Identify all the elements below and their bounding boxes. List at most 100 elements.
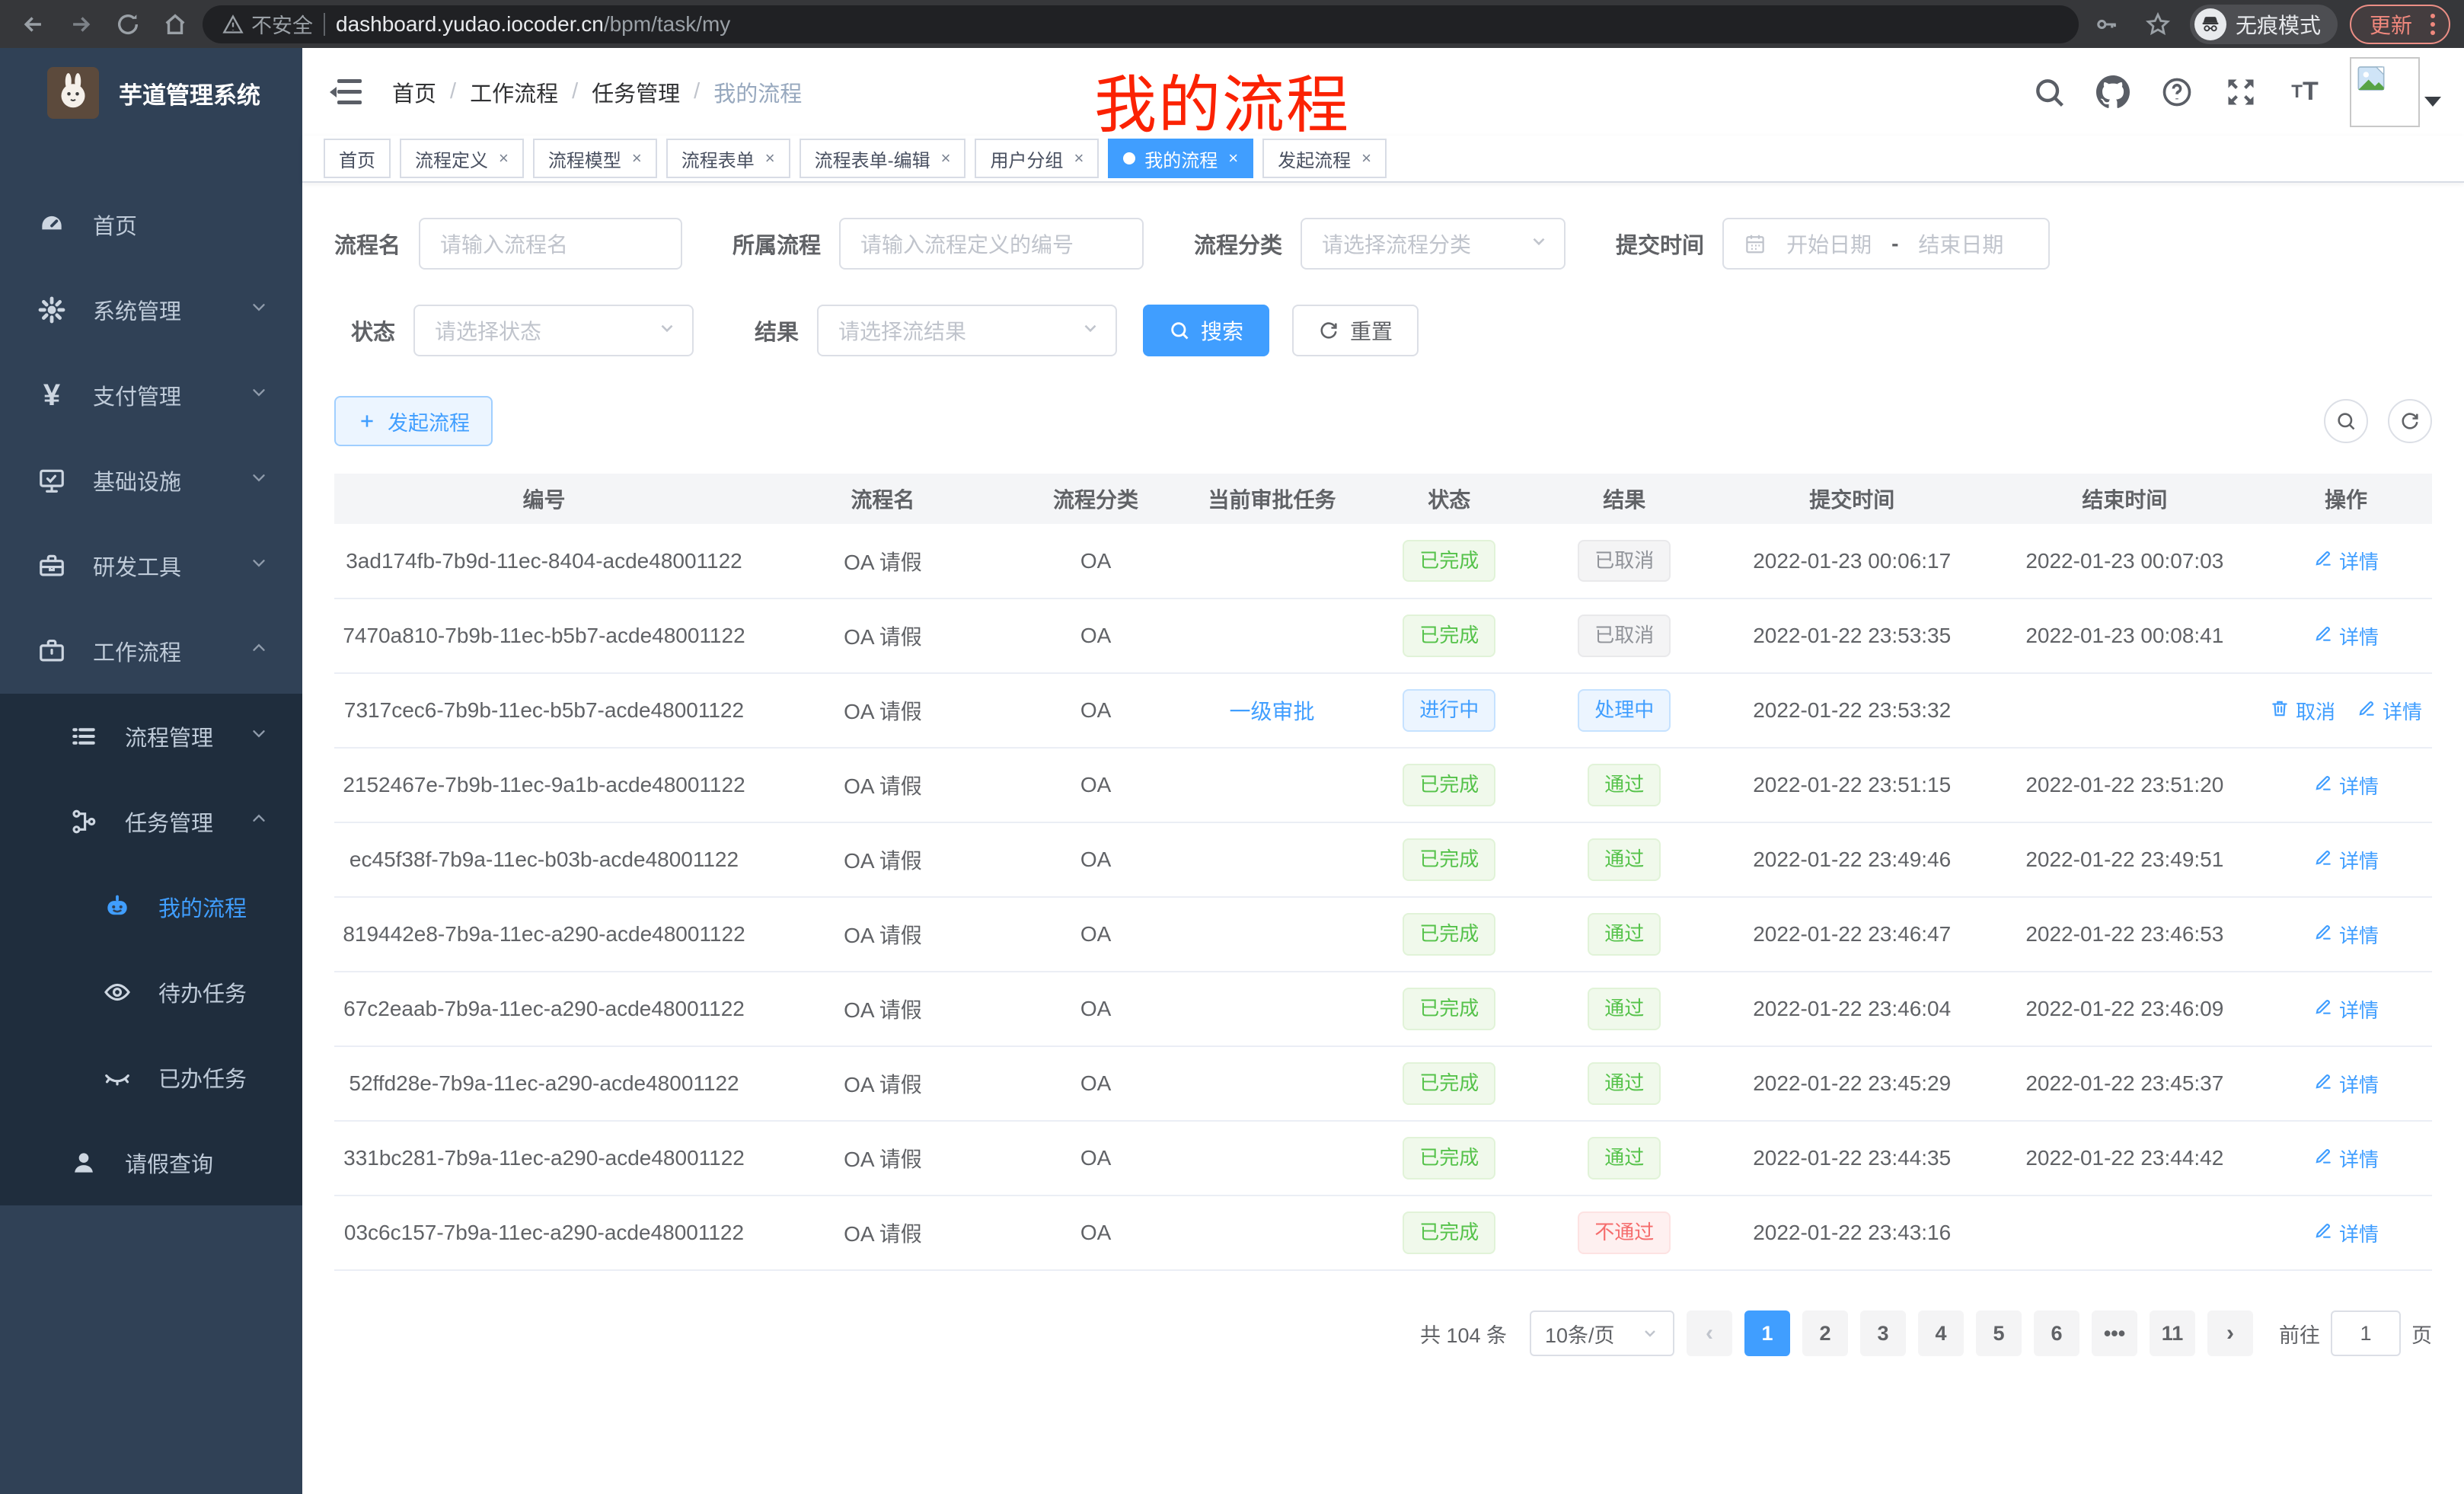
sidebar-item-4[interactable]: 研发工具 bbox=[0, 523, 302, 608]
submit-time-range-picker[interactable]: 开始日期 - 结束日期 bbox=[1722, 218, 2050, 270]
page-button-11[interactable]: 11 bbox=[2150, 1310, 2195, 1356]
browser-menu-icon[interactable] bbox=[2424, 14, 2441, 35]
search-icon bbox=[2335, 410, 2357, 432]
cell-actions: 详情 bbox=[2260, 1121, 2432, 1196]
goto-page-input[interactable]: 1 bbox=[2331, 1310, 2401, 1356]
sidebar-item-6[interactable]: 流程管理 bbox=[0, 694, 302, 779]
row-action-详情[interactable]: 详情 bbox=[2313, 771, 2379, 800]
reset-button[interactable]: 重置 bbox=[1292, 305, 1419, 356]
tab-流程模型[interactable]: 流程模型× bbox=[533, 139, 657, 178]
row-action-详情[interactable]: 详情 bbox=[2313, 1144, 2379, 1173]
sidebar-item-11[interactable]: 请假查询 bbox=[0, 1120, 302, 1205]
cell-task bbox=[1179, 1046, 1364, 1121]
tab-流程定义[interactable]: 流程定义× bbox=[400, 139, 524, 178]
search-button[interactable]: 搜索 bbox=[1143, 305, 1269, 356]
page-ellipsis[interactable]: ••• bbox=[2092, 1310, 2137, 1356]
close-icon[interactable]: × bbox=[499, 148, 509, 168]
password-key-icon[interactable] bbox=[2086, 5, 2126, 44]
page-size-select[interactable]: 10条/页 bbox=[1530, 1310, 1674, 1356]
browser-back-button[interactable] bbox=[14, 5, 53, 44]
row-action-详情[interactable]: 详情 bbox=[2313, 547, 2379, 575]
sidebar-item-0[interactable]: 首页 bbox=[0, 182, 302, 267]
breadcrumb-item-0[interactable]: 首页 bbox=[392, 76, 436, 108]
filter-category-label: 流程分类 bbox=[1194, 228, 1282, 260]
sidebar-toggle-icon[interactable] bbox=[330, 79, 362, 105]
browser-update-button[interactable]: 更新 bbox=[2350, 5, 2450, 44]
sidebar-item-5[interactable]: 工作流程 bbox=[0, 608, 302, 694]
row-action-详情[interactable]: 详情 bbox=[2313, 921, 2379, 949]
result-badge: 已取消 bbox=[1578, 615, 1671, 656]
tab-我的流程[interactable]: 我的流程× bbox=[1108, 139, 1253, 178]
bookmark-star-icon[interactable] bbox=[2138, 5, 2178, 44]
browser-home-button[interactable] bbox=[155, 5, 195, 44]
page-button-4[interactable]: 4 bbox=[1918, 1310, 1964, 1356]
sidebar-item-10[interactable]: 已办任务 bbox=[0, 1035, 302, 1120]
sidebar-item-2[interactable]: ¥支付管理 bbox=[0, 353, 302, 438]
task-link[interactable]: 一级审批 bbox=[1229, 700, 1314, 723]
eye-icon bbox=[102, 977, 132, 1007]
pagination: 共 104 条 10条/页 ‹ 123456•••11 › 前往 1 页 bbox=[334, 1310, 2432, 1356]
sidebar-item-8[interactable]: 我的流程 bbox=[0, 864, 302, 950]
close-icon[interactable]: × bbox=[632, 148, 642, 168]
result-select[interactable]: 请选择流结果 bbox=[817, 305, 1117, 356]
close-icon[interactable]: × bbox=[941, 148, 951, 168]
toggle-search-button[interactable] bbox=[2324, 399, 2368, 443]
row-action-取消[interactable]: 取消 bbox=[2270, 697, 2335, 725]
tab-发起流程[interactable]: 发起流程× bbox=[1262, 139, 1387, 178]
header-search-icon[interactable] bbox=[2030, 73, 2068, 111]
sidebar-item-7[interactable]: 任务管理 bbox=[0, 779, 302, 864]
page-button-6[interactable]: 6 bbox=[2034, 1310, 2079, 1356]
chevron-up-icon bbox=[249, 809, 269, 835]
app-logo[interactable]: 芋道管理系统 bbox=[0, 48, 302, 138]
row-action-详情[interactable]: 详情 bbox=[2313, 1070, 2379, 1098]
browser-reload-button[interactable] bbox=[108, 5, 148, 44]
address-bar[interactable]: 不安全 dashboard.yudao.iocoder.cn/bpm/task/… bbox=[203, 5, 2079, 43]
process-name-input[interactable]: 请输入流程名 bbox=[419, 218, 682, 270]
process-definition-input[interactable]: 请输入流程定义的编号 bbox=[839, 218, 1144, 270]
row-action-详情[interactable]: 详情 bbox=[2313, 1219, 2379, 1247]
close-icon[interactable]: × bbox=[765, 148, 775, 168]
help-icon[interactable] bbox=[2158, 73, 2196, 111]
create-process-button[interactable]: 发起流程 bbox=[334, 396, 493, 446]
row-action-详情[interactable]: 详情 bbox=[2313, 846, 2379, 874]
breadcrumb-item-2[interactable]: 任务管理 bbox=[592, 76, 680, 108]
user-icon bbox=[69, 1148, 99, 1178]
close-icon[interactable]: × bbox=[1228, 148, 1238, 168]
page-button-5[interactable]: 5 bbox=[1976, 1310, 2022, 1356]
status-select[interactable]: 请选择状态 bbox=[413, 305, 694, 356]
prev-page-button[interactable]: ‹ bbox=[1687, 1310, 1732, 1356]
sidebar-item-9[interactable]: 待办任务 bbox=[0, 950, 302, 1035]
page-button-2[interactable]: 2 bbox=[1802, 1310, 1848, 1356]
sidebar-item-3[interactable]: 基础设施 bbox=[0, 438, 302, 523]
browser-forward-button[interactable] bbox=[61, 5, 101, 44]
table-toolbar: 发起流程 bbox=[334, 396, 2432, 446]
tab-首页[interactable]: 首页 bbox=[324, 139, 391, 178]
refresh-table-button[interactable] bbox=[2388, 399, 2432, 443]
cell-name: OA 请假 bbox=[754, 599, 1012, 673]
edit-icon bbox=[2313, 1146, 2333, 1171]
cell-submit-time: 2022-01-22 23:46:47 bbox=[1715, 897, 1990, 972]
incognito-label: 无痕模式 bbox=[2236, 9, 2321, 40]
row-action-详情[interactable]: 详情 bbox=[2313, 622, 2379, 650]
security-chip[interactable]: 不安全 bbox=[222, 9, 313, 39]
tab-流程表单-编辑[interactable]: 流程表单-编辑× bbox=[800, 139, 966, 178]
font-size-icon[interactable]: TT bbox=[2286, 73, 2324, 111]
row-action-详情[interactable]: 详情 bbox=[2313, 995, 2379, 1023]
tab-流程表单[interactable]: 流程表单× bbox=[666, 139, 790, 178]
arrow-left-icon bbox=[21, 11, 46, 37]
page-button-1[interactable]: 1 bbox=[1744, 1310, 1790, 1356]
close-icon[interactable]: × bbox=[1074, 148, 1084, 168]
page-button-3[interactable]: 3 bbox=[1860, 1310, 1906, 1356]
tab-用户分组[interactable]: 用户分组× bbox=[975, 139, 1099, 178]
category-select[interactable]: 请选择流程分类 bbox=[1301, 218, 1566, 270]
row-action-详情[interactable]: 详情 bbox=[2357, 697, 2422, 725]
goto-label: 前往 bbox=[2279, 1319, 2320, 1349]
next-page-button[interactable]: › bbox=[2207, 1310, 2253, 1356]
fullscreen-icon[interactable] bbox=[2222, 73, 2260, 111]
github-icon[interactable] bbox=[2094, 73, 2132, 111]
sidebar-item-label: 已办任务 bbox=[158, 1061, 247, 1093]
close-icon[interactable]: × bbox=[1361, 148, 1371, 168]
breadcrumb-item-1[interactable]: 工作流程 bbox=[470, 76, 558, 108]
sidebar-item-1[interactable]: 系统管理 bbox=[0, 267, 302, 353]
user-avatar[interactable] bbox=[2350, 57, 2441, 127]
